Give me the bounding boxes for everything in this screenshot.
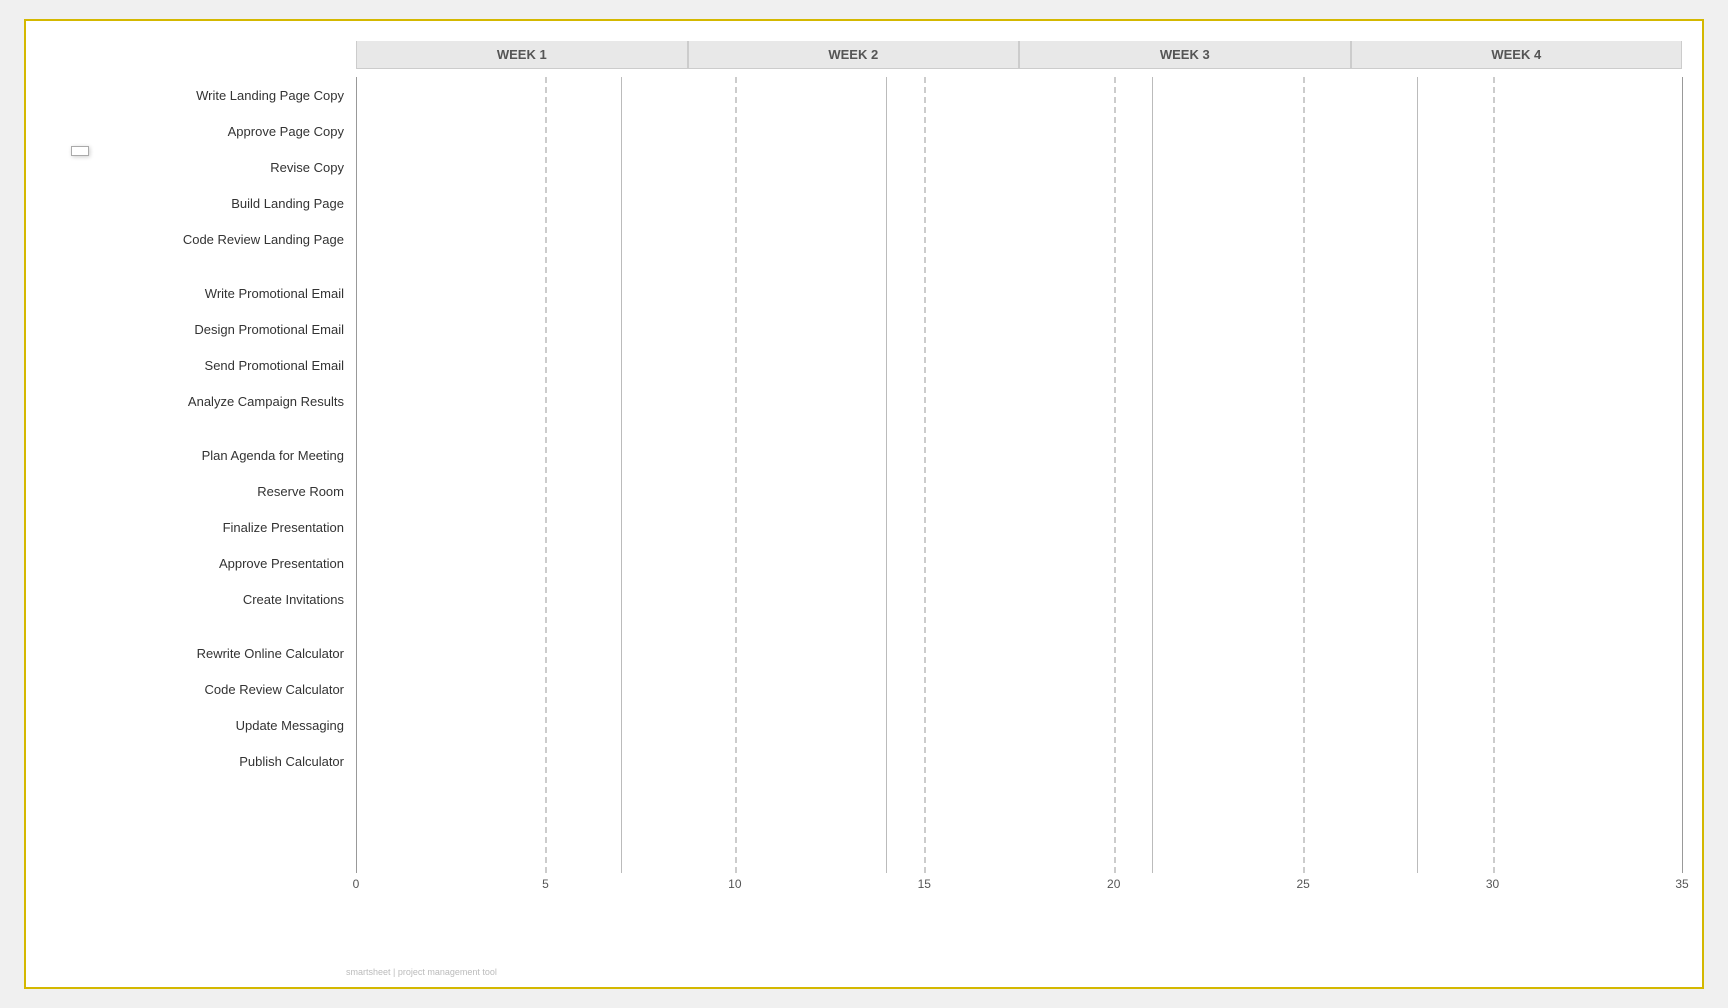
y-label-build-landing-page: Build Landing Page [46,185,356,221]
bar-row [356,437,1682,473]
bar-row [356,383,1682,419]
bar-row [356,77,1682,113]
y-label-plan-agenda-for-meeting: Plan Agenda for Meeting [46,437,356,473]
bar-row [356,671,1682,707]
y-label-code-review-calculator: Code Review Calculator [46,671,356,707]
grid-line-week-5 [1682,77,1683,873]
x-tick-30: 30 [1486,877,1499,891]
x-tick-25: 25 [1296,877,1309,891]
y-label-publish-calculator: Publish Calculator [46,743,356,779]
y-label-write-landing-page-copy: Write Landing Page Copy [46,77,356,113]
bar-row [356,635,1682,671]
bar-row [356,581,1682,617]
bar-row [356,221,1682,257]
bar-row [356,347,1682,383]
y-label-send-promotional-email: Send Promotional Email [46,347,356,383]
y-label-approve-presentation: Approve Presentation [46,545,356,581]
bar-row [356,149,1682,185]
bar-row [356,113,1682,149]
y-spacer [46,617,356,635]
week-header-4: WEEK 4 [1351,41,1683,68]
week-header-row: WEEK 1WEEK 2WEEK 3WEEK 4 [356,41,1682,69]
y-label-code-review-landing-page: Code Review Landing Page [46,221,356,257]
x-axis: 05101520253035 [356,873,1682,903]
bar-row [356,473,1682,509]
y-label-write-promotional-email: Write Promotional Email [46,275,356,311]
y-label-finalize-presentation: Finalize Presentation [46,509,356,545]
chart-plot: 05101520253035 [356,77,1682,903]
week-header-1: WEEK 1 [356,41,688,68]
x-tick-35: 35 [1675,877,1688,891]
x-tick-0: 0 [353,877,360,891]
x-tick-20: 20 [1107,877,1120,891]
x-tick-10: 10 [728,877,741,891]
y-spacer [46,257,356,275]
bars-area [356,77,1682,873]
y-label-approve-page-copy: Approve Page Copy [46,113,356,149]
bar-row [356,743,1682,779]
y-spacer [46,419,356,437]
chart-body: Write Landing Page CopyApprove Page Copy… [46,77,1682,903]
x-tick-5: 5 [542,877,549,891]
y-label-design-promotional-email: Design Promotional Email [46,311,356,347]
bar-row [356,275,1682,311]
y-axis: Write Landing Page CopyApprove Page Copy… [46,77,356,903]
bar-row [356,509,1682,545]
bar-row [356,311,1682,347]
y-label-create-invitations: Create Invitations [46,581,356,617]
y-label-revise-copy: Revise Copy [46,149,356,185]
y-label-reserve-room: Reserve Room [46,473,356,509]
bar-row [356,185,1682,221]
tooltip-vertical-axis [71,146,89,156]
y-label-rewrite-online-calculator: Rewrite Online Calculator [46,635,356,671]
y-label-analyze-campaign-results: Analyze Campaign Results [46,383,356,419]
x-tick-15: 15 [918,877,931,891]
gantt-chart: WEEK 1WEEK 2WEEK 3WEEK 4 Write Landing P… [24,19,1704,989]
y-label-update-messaging: Update Messaging [46,707,356,743]
bar-row [356,545,1682,581]
week-header-2: WEEK 2 [688,41,1020,68]
bar-row [356,707,1682,743]
watermark: smartsheet | project management tool [346,967,497,977]
week-header-3: WEEK 3 [1019,41,1351,68]
